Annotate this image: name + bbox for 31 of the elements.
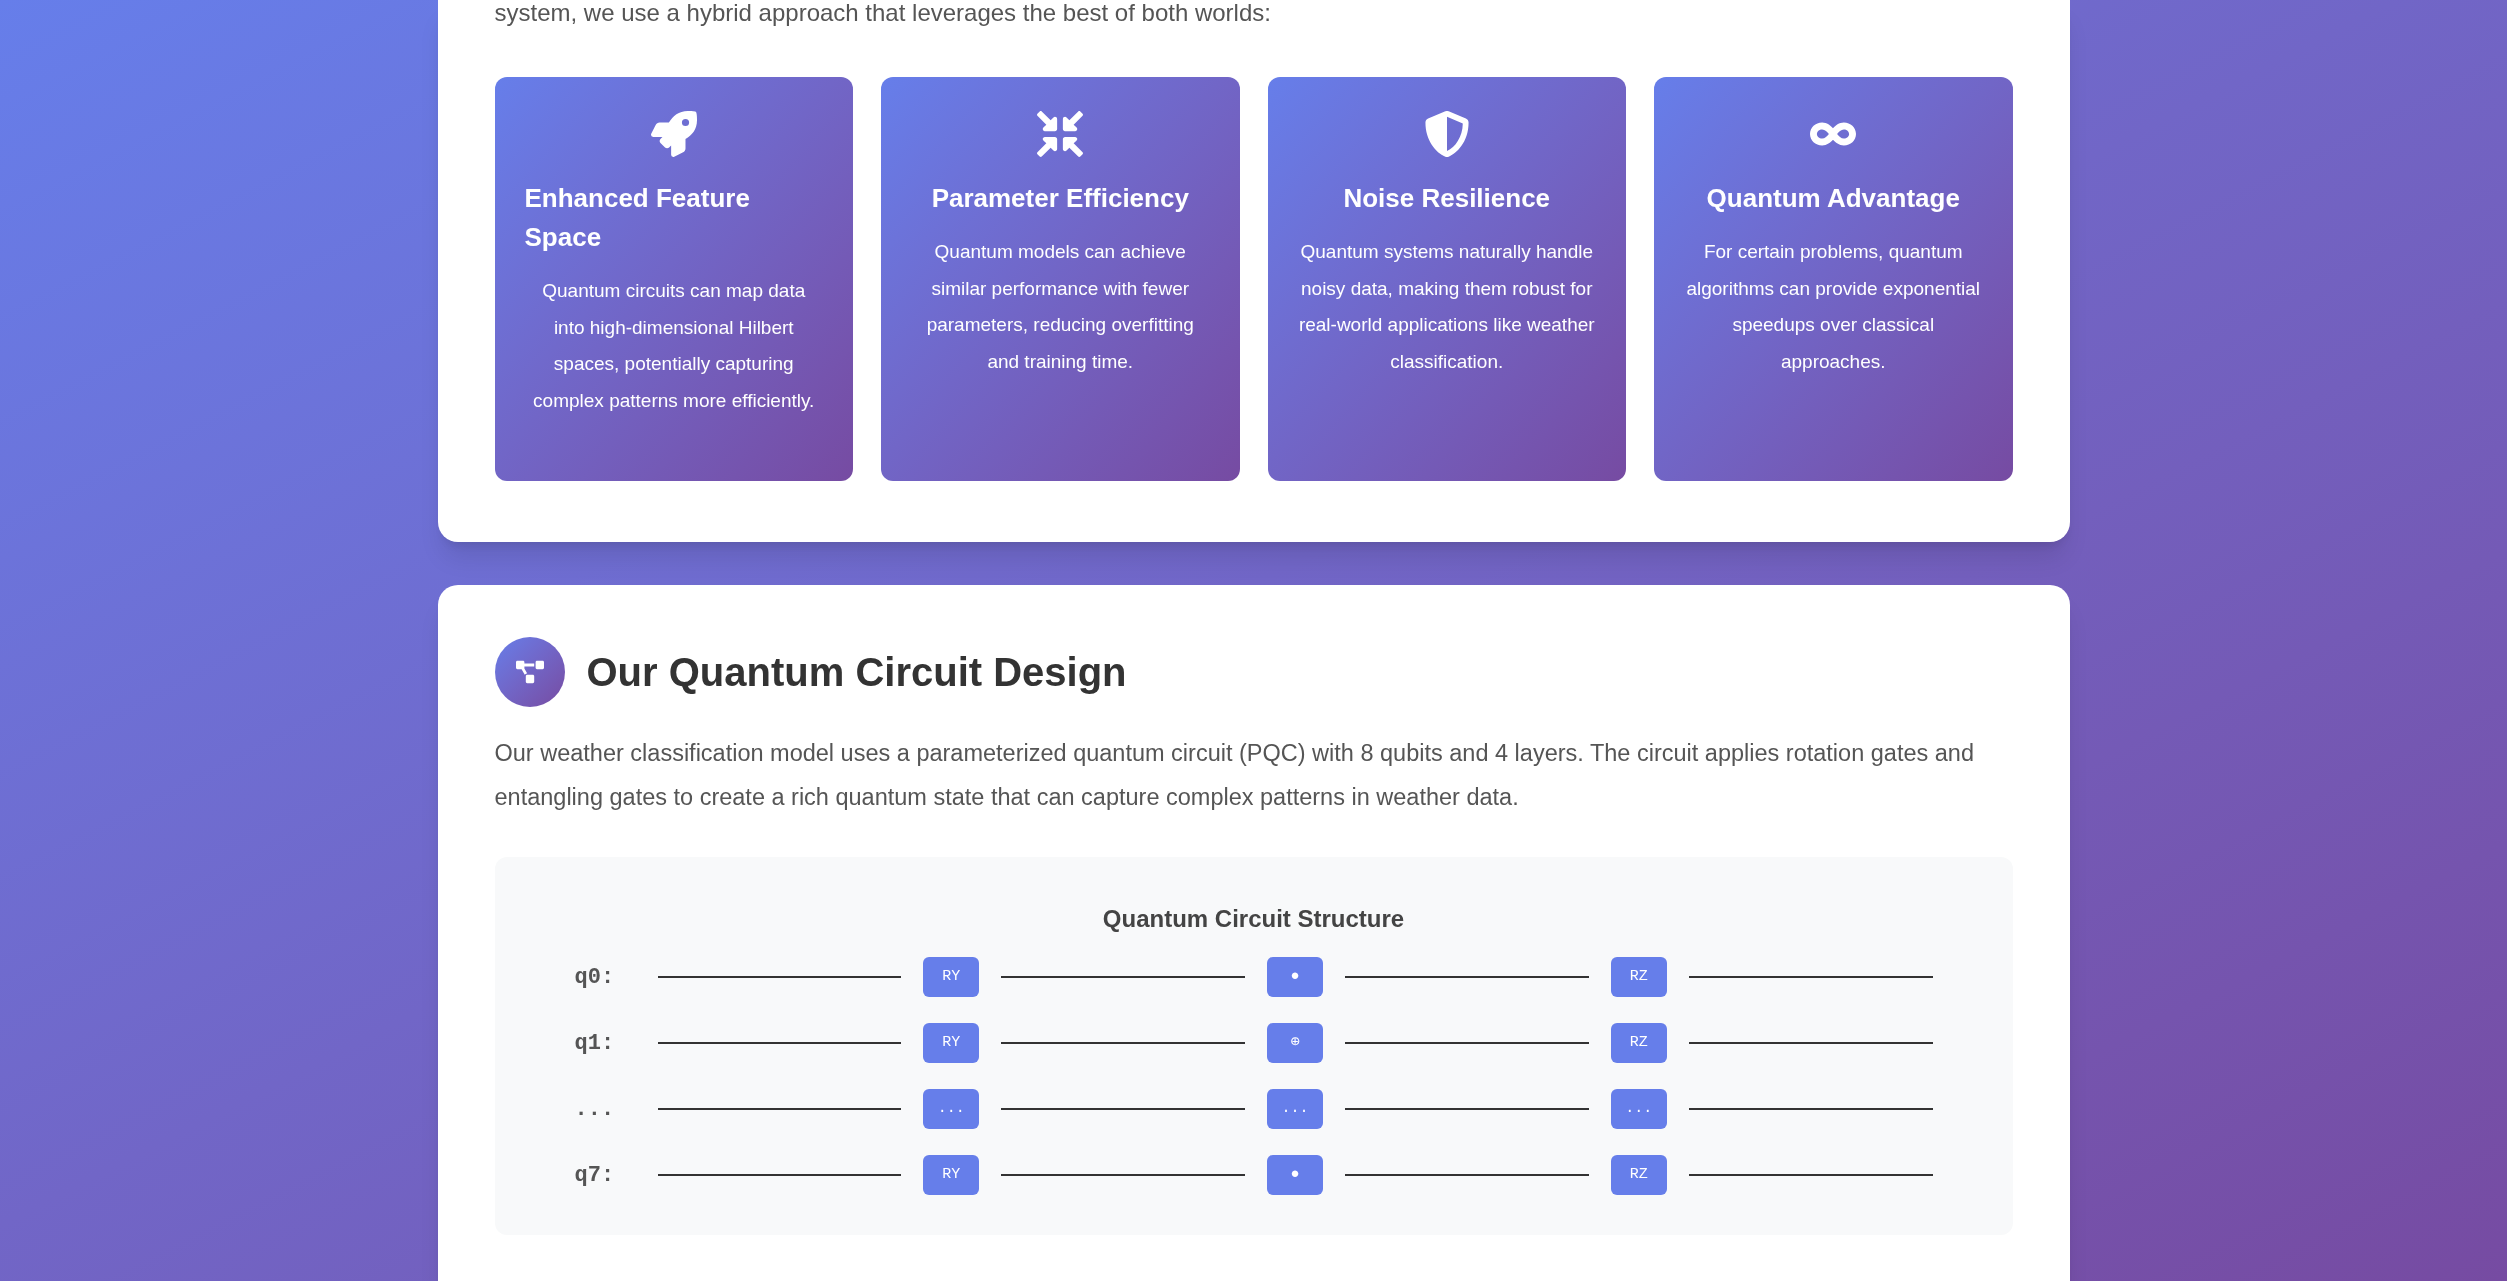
circuit-title: Quantum Circuit Structure — [1101, 904, 1406, 934]
qubit-label: q0: — [574, 963, 616, 992]
benefit-title: Noise Resilience — [1343, 182, 1551, 215]
shield-icon — [1423, 111, 1470, 157]
gate: ● — [1267, 1155, 1323, 1195]
benefit-text: For certain problems, quantum algorithms can provide exponential speedups over classical approaches. — [1685, 240, 1982, 374]
section-title: Our Quantum Circuit Design — [586, 649, 1127, 696]
qubit-label: q7: — [574, 1161, 616, 1190]
benefit-title: Enhanced Feature Space — [524, 182, 751, 254]
rocket-icon — [650, 111, 697, 157]
qubit-label: q1: — [574, 1029, 616, 1058]
benefit-text: Quantum circuits can map data into high-dimensional Hilbert spaces, potentially capturing complex patterns more efficiently. — [532, 279, 816, 413]
qubit-label: ... — [574, 1095, 616, 1124]
benefit-text: Quantum systems naturally handle noisy data, making them robust for real-world applications like weather classification. — [1297, 240, 1596, 374]
gate: ... — [1610, 1089, 1667, 1129]
gate: RY — [923, 1155, 980, 1195]
gate: RZ — [1610, 1155, 1667, 1195]
benefit-text: Quantum models can achieve similar performance with fewer parameters, reducing overfitting and training time. — [925, 240, 1195, 374]
section-text: Our weather classification model uses a parameterized quantum circuit (PQC) with 8 qubits and 4 layers. The circuit applies rotation gates and entangling gates to create a rich quantum state that can capture complex patterns in weather data. — [494, 739, 1975, 812]
intro-text: system, we use a hybrid approach that leverages the best of both worlds: — [494, 0, 1272, 26]
gate: RY — [923, 957, 980, 997]
compress-arrows-icon — [1037, 111, 1084, 157]
gate: RZ — [1610, 1023, 1667, 1063]
gate: RY — [923, 1023, 980, 1063]
gate: ... — [1267, 1089, 1323, 1129]
benefit-title: Parameter Efficiency — [931, 182, 1189, 215]
gate: ● — [1267, 957, 1323, 997]
gate: RZ — [1610, 957, 1667, 997]
gate: ... — [923, 1089, 980, 1129]
benefit-title: Quantum Advantage — [1706, 182, 1960, 215]
gate: ⊕ — [1267, 1023, 1323, 1063]
